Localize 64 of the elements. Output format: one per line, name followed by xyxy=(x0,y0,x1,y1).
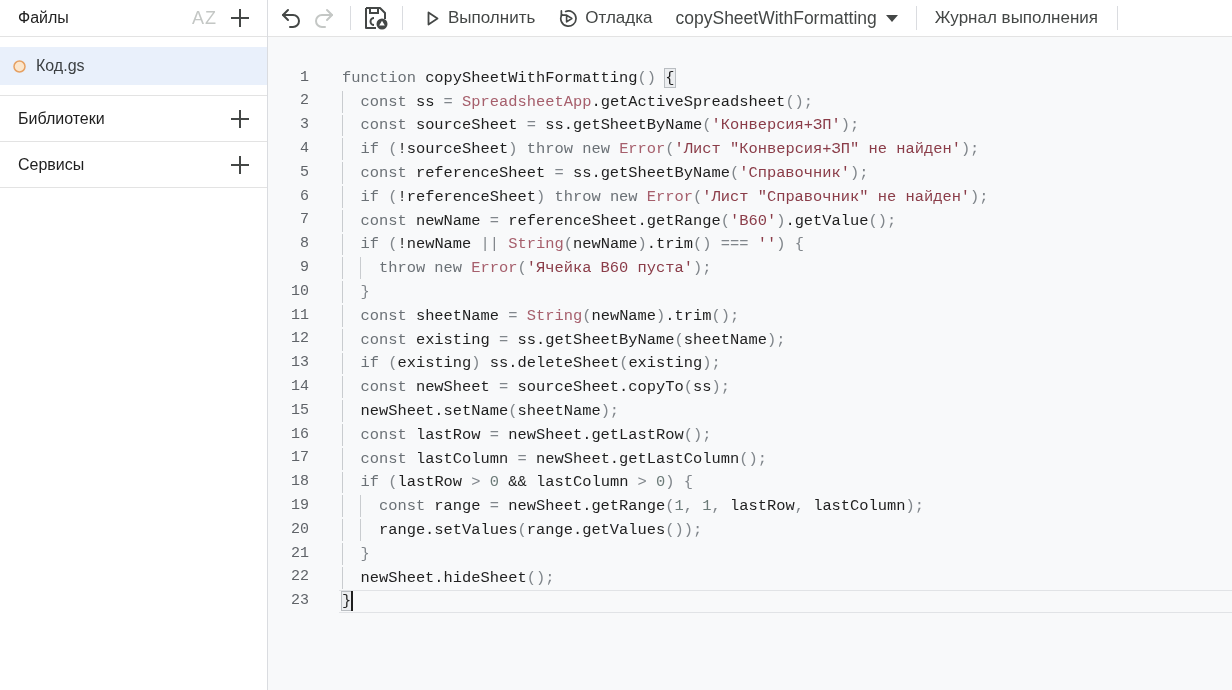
caret-icon xyxy=(885,14,898,22)
code-line: const ss = SpreadsheetApp.getActiveSpreadsheet(); xyxy=(360,91,814,112)
code-line: if (!sourceSheet) throw new Error('Лист "Конверсия+ЗП" не найден'); xyxy=(360,139,980,160)
section-label[interactable]: Библиотеки xyxy=(18,106,225,131)
line-number: 22 xyxy=(290,567,309,588)
code-line: const lastRow = newSheet.getLastRow(); xyxy=(360,424,712,445)
execution-log-button[interactable]: Журнал выполнения xyxy=(928,2,1104,34)
line-number: 11 xyxy=(290,305,309,326)
status-dot-icon xyxy=(13,59,26,73)
line-number: 18 xyxy=(290,472,309,493)
text-cursor xyxy=(351,591,354,612)
code-line: throw new Error('Ячейка B60 пуста'); xyxy=(378,258,712,279)
panel-title: Файлы xyxy=(18,8,70,28)
line-number: 15 xyxy=(290,400,309,421)
section-label[interactable]: Сервисы xyxy=(18,152,225,177)
code-line: if (!newName || String(newName).trim() === '') { xyxy=(360,234,804,255)
line-number: 10 xyxy=(290,281,309,302)
code-line: const sourceSheet = ss.getSheetByName('Конверсия+ЗП'); xyxy=(360,115,860,136)
code-line: newSheet.hideSheet(); xyxy=(360,567,555,588)
code-line: } xyxy=(360,543,370,564)
file-item[interactable]: Код.gs xyxy=(0,47,267,85)
code-line: const referenceSheet = ss.getSheetByName('Справочник'); xyxy=(360,163,869,184)
line-number: 23 xyxy=(290,591,309,612)
line-number: 7 xyxy=(299,210,309,231)
code-line: const range = newSheet.getRange(1, 1, lastRow, lastColumn); xyxy=(378,496,924,517)
line-number: 2 xyxy=(299,91,309,112)
line-number: 14 xyxy=(290,377,309,397)
code-line: range.setValues(range.getValues()); xyxy=(378,520,703,541)
code-line: const newSheet = sourceSheet.copyTo(ss); xyxy=(360,377,730,398)
line-number: 21 xyxy=(290,543,309,564)
line-number: 12 xyxy=(290,329,309,350)
line-number: 5 xyxy=(299,162,309,183)
code-line: const lastColumn = newSheet.getLastColumn(); xyxy=(360,448,767,469)
code-line: if (existing) ss.deleteSheet(existing); xyxy=(360,353,721,374)
line-number: 4 xyxy=(299,139,309,160)
floppy-disk-icon xyxy=(364,6,388,30)
line-number: 3 xyxy=(299,115,309,136)
code-line: const existing = ss.getSheetByName(sheetName); xyxy=(360,329,786,350)
plus-icon xyxy=(230,8,250,28)
plus-icon xyxy=(230,108,250,129)
code-line: newSheet.setName(sheetName); xyxy=(360,401,620,422)
line-number: 13 xyxy=(290,353,309,374)
plus-icon xyxy=(230,154,250,175)
line-number: 9 xyxy=(299,258,309,278)
line-number: 20 xyxy=(290,519,309,540)
code-line: const newName = referenceSheet.getRange('B60').getValue(); xyxy=(360,210,897,231)
play-icon xyxy=(427,10,439,26)
code-line: } xyxy=(360,282,370,303)
run-button[interactable]: Выполнить xyxy=(421,2,542,34)
code-line: if (!referenceSheet) throw new Error('Лист "Справочник" не найден'); xyxy=(360,186,989,207)
line-number: 16 xyxy=(290,424,309,445)
code-line: const sheetName = String(newName).trim(); xyxy=(360,305,740,326)
code-line: function copySheetWithFormatting() { xyxy=(342,67,675,88)
code-line: if (lastRow > 0 && lastColumn > 0) { xyxy=(360,472,694,493)
line-number: 19 xyxy=(290,496,309,516)
line-number: 6 xyxy=(299,186,309,207)
undo-icon xyxy=(281,8,301,28)
debug-button[interactable]: Отладка xyxy=(553,2,659,34)
line-number: 8 xyxy=(299,234,309,255)
debug-icon xyxy=(559,8,579,28)
function-select[interactable]: copySheetWithFormatting xyxy=(669,2,904,34)
redo-icon xyxy=(314,8,334,28)
line-number: 1 xyxy=(299,67,309,88)
line-number: 17 xyxy=(290,448,309,469)
